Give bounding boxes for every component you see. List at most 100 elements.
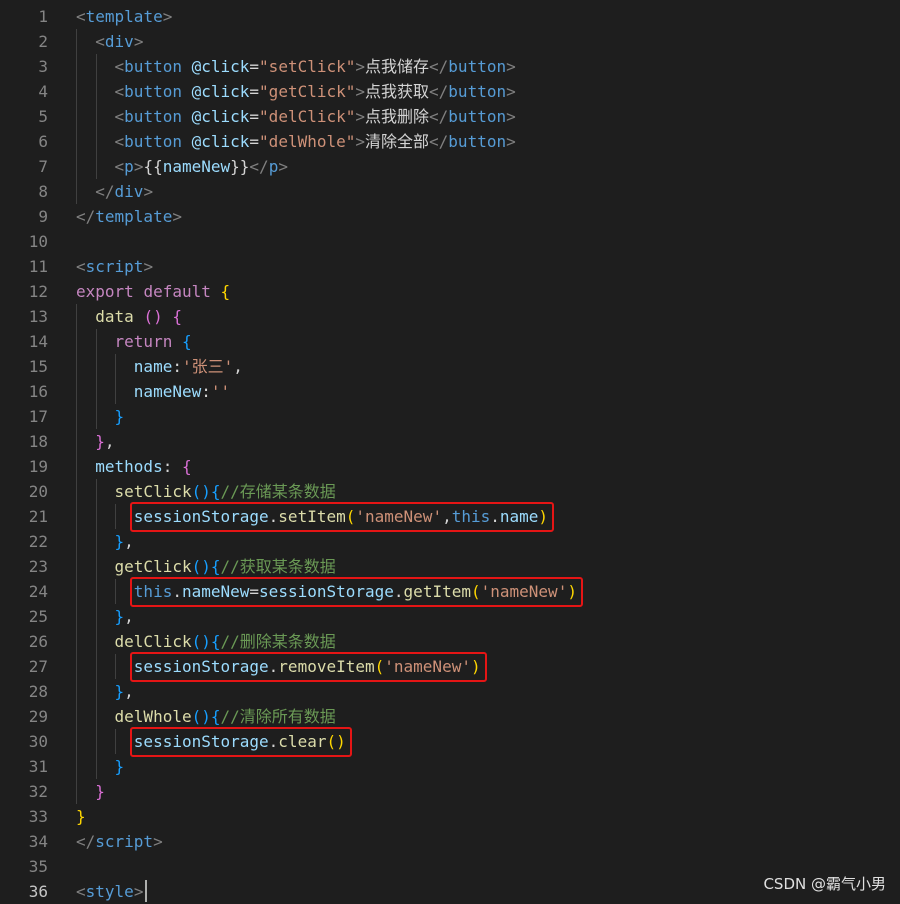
indent-guide: [115, 353, 116, 404]
code-token: {: [210, 706, 221, 726]
code-token: </: [76, 831, 96, 851]
code-text: <style>: [76, 879, 143, 904]
code-line[interactable]: 10: [0, 229, 900, 254]
code-line[interactable]: 19 methods: {: [0, 454, 900, 479]
line-number: 19: [28, 456, 48, 476]
code-line[interactable]: 26 delClick(){//删除某条数据: [0, 629, 900, 654]
code-line[interactable]: 18 },: [0, 429, 900, 454]
code-token: <: [114, 156, 125, 176]
code-token: =: [249, 106, 260, 126]
code-token: 清除全部: [365, 131, 430, 151]
code-line[interactable]: 12 export default {: [0, 279, 900, 304]
code-token: {: [172, 306, 182, 326]
code-editor[interactable]: 1 <template> 2 <div> 3 <button @click="setC…: [0, 0, 900, 904]
code-token: //删除某条数据: [220, 631, 336, 651]
code-token: script: [95, 831, 154, 851]
code-token: {: [181, 456, 192, 476]
code-text: return {: [76, 329, 192, 354]
code-text: </div>: [76, 179, 153, 204]
code-token: button: [448, 131, 507, 151]
code-text: <div>: [76, 29, 143, 54]
line-number: 25: [28, 606, 48, 626]
code-line[interactable]: 6 <button @click="delWhole">清除全部</button…: [0, 129, 900, 154]
code-line[interactable]: 22 },: [0, 529, 900, 554]
code-token: (): [191, 556, 211, 576]
code-line[interactable]: 3 <button @click="setClick">点我储存</button…: [0, 54, 900, 79]
code-text: <script>: [76, 254, 153, 279]
code-token: {: [210, 481, 221, 501]
code-token: >: [153, 831, 163, 851]
code-line[interactable]: 25 },: [0, 604, 900, 629]
code-token: }: [76, 806, 86, 826]
code-token: {: [220, 281, 231, 301]
code-token: }: [114, 606, 125, 626]
code-line[interactable]: 15 name:'张三',: [0, 354, 900, 379]
code-token: }: [114, 406, 125, 426]
code-line[interactable]: 34 </script>: [0, 829, 900, 854]
code-line[interactable]: 17 }: [0, 404, 900, 429]
code-line[interactable]: 16 nameNew:'': [0, 379, 900, 404]
code-token: export: [76, 281, 134, 301]
code-token: "delWhole": [259, 131, 356, 151]
code-line[interactable]: 5 <button @click="delClick">点我删除</button…: [0, 104, 900, 129]
line-number: 34: [28, 831, 48, 851]
code-token: =: [249, 81, 260, 101]
highlight-box: [129, 576, 583, 607]
code-line[interactable]: 13 data () {: [0, 304, 900, 329]
code-line[interactable]: 31 }: [0, 754, 900, 779]
indent-guide: [115, 578, 116, 604]
code-token: ,: [124, 681, 134, 701]
code-line[interactable]: 11 <script>: [0, 254, 900, 279]
code-line[interactable]: 33}: [0, 804, 900, 829]
code-line[interactable]: 29 delWhole(){//清除所有数据: [0, 704, 900, 729]
code-token: //获取某条数据: [220, 556, 336, 576]
code-line[interactable]: 14 return {: [0, 329, 900, 354]
line-number: 10: [28, 231, 48, 251]
line-number: 7: [38, 156, 48, 176]
indent-guide: [76, 303, 77, 804]
code-token: </: [76, 206, 96, 226]
code-token: 点我储存: [365, 56, 430, 76]
code-token: >: [133, 156, 144, 176]
code-token: }: [114, 681, 125, 701]
code-text: nameNew:'': [76, 379, 230, 404]
code-line[interactable]: 1 <template>: [0, 4, 900, 29]
code-line[interactable]: 7 <p>{{nameNew}}</p>: [0, 154, 900, 179]
code-token: {: [210, 556, 221, 576]
code-token: button: [124, 81, 182, 101]
code-token: p: [268, 156, 279, 176]
code-line[interactable]: 32 }: [0, 779, 900, 804]
line-number: 11: [28, 256, 48, 276]
code-token: p: [124, 156, 134, 176]
code-token: //清除所有数据: [220, 706, 336, 726]
code-token: delWhole: [114, 706, 192, 726]
code-line[interactable]: 20 setClick(){//存储某条数据: [0, 479, 900, 504]
code-token: ,: [124, 606, 134, 626]
code-token: >: [143, 181, 154, 201]
code-line[interactable]: 4 <button @click="getClick">点我获取</button…: [0, 79, 900, 104]
code-line[interactable]: 9 </template>: [0, 204, 900, 229]
code-token: <: [76, 881, 86, 901]
code-token: =: [249, 56, 260, 76]
code-line[interactable]: 23 getClick(){//获取某条数据: [0, 554, 900, 579]
code-token: (): [191, 706, 211, 726]
code-token: nameNew: [133, 381, 202, 401]
line-number: 3: [38, 56, 48, 76]
code-token: >: [506, 81, 516, 101]
highlight-box: [129, 501, 555, 532]
code-text: methods: {: [76, 454, 192, 479]
line-number: 29: [28, 706, 48, 726]
code-line[interactable]: 2 <div>: [0, 29, 900, 54]
code-text: <template>: [76, 4, 172, 29]
code-line[interactable]: 28 },: [0, 679, 900, 704]
indent-guide: [115, 503, 116, 529]
code-line[interactable]: 8 </div>: [0, 179, 900, 204]
